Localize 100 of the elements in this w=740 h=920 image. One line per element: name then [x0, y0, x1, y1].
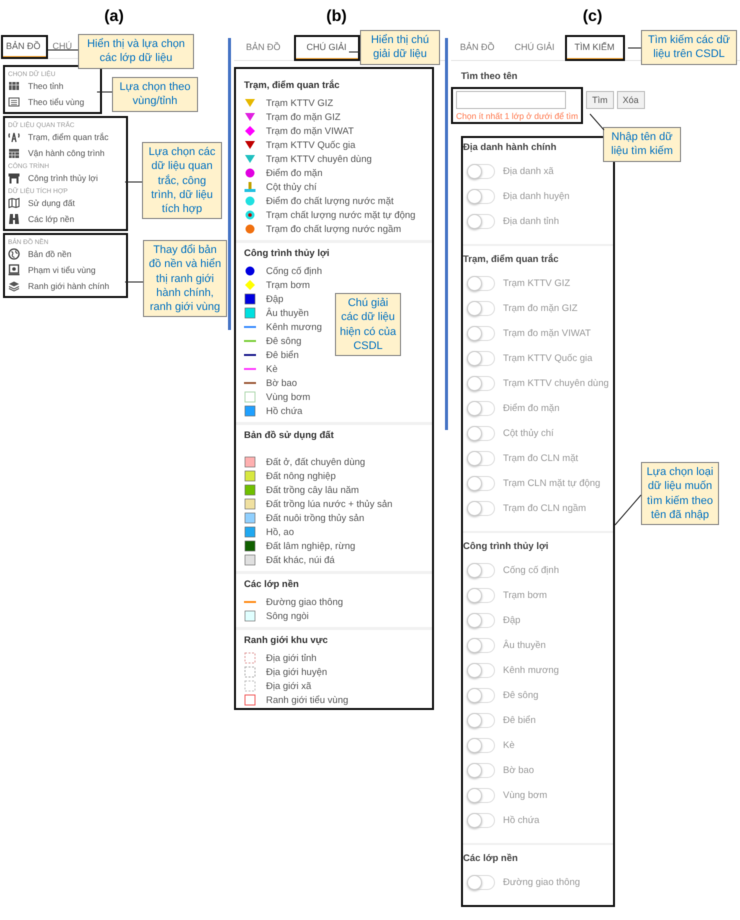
list-icon [8, 96, 20, 108]
toggle-switch[interactable] [467, 189, 495, 204]
legend-label: Hồ chứa [266, 406, 302, 416]
toggle-label: Đê biển [503, 715, 536, 726]
legend-label: Trạm chất lượng nước mặt tự động [266, 210, 416, 220]
toggle-switch[interactable] [467, 613, 495, 628]
legend-label: Đường giao thông [266, 596, 344, 608]
toggle-switch[interactable] [467, 663, 495, 678]
menu-item[interactable]: Các lớp nền [8, 211, 124, 227]
tab[interactable]: CHÚ GIẢI [294, 36, 359, 60]
legend-label: Trạm đo chất lượng nước ngầm [266, 224, 402, 234]
toggle-label: Đập [503, 615, 520, 626]
binoculars-icon [8, 213, 20, 225]
toggle-switch[interactable] [467, 501, 495, 516]
toggle-label: Trạm KTTV GIZ [503, 278, 570, 289]
legend-label: Đất trồng cây lâu năm [266, 484, 359, 496]
legend-label: Trạm bơm [266, 280, 310, 290]
toggle-switch[interactable] [467, 875, 495, 890]
panel-label: (b) [325, 7, 348, 27]
callout-note: Hiển thị và lựa chọn các lớp dữ liệu [78, 34, 194, 69]
tab[interactable]: BẢN ĐỒ [234, 36, 293, 60]
toggle-switch[interactable] [467, 426, 495, 441]
toggle-switch[interactable] [467, 688, 495, 703]
board-icon [8, 264, 20, 276]
legend-label: Đất khác, núi đá [266, 554, 335, 566]
toggle-switch[interactable] [467, 476, 495, 491]
toggle-label: Trạm CLN mặt tự động [503, 478, 600, 489]
toggle-switch[interactable] [467, 164, 495, 179]
menu-item[interactable]: Vận hành công trình [8, 145, 124, 161]
toggle-switch[interactable] [467, 301, 495, 316]
toggle-label: Cột thủy chí [503, 428, 554, 439]
toggle-switch[interactable] [467, 563, 495, 578]
action-button[interactable]: Xóa [616, 91, 645, 109]
toggle-label: Trạm KTTV Quốc gia [503, 353, 592, 364]
legend-label: Đất ở, đất chuyên dùng [266, 456, 366, 468]
legend-label: Vùng bơm [266, 392, 310, 402]
toggle-label: Kênh mương [503, 665, 559, 676]
menu-item[interactable]: Công trình thủy lợi [8, 170, 124, 186]
legend-heading: Ranh giới khu vực [244, 635, 329, 646]
legend-heading: Trạm, điểm quan trắc [244, 80, 341, 91]
legend-label: Cột thủy chí [266, 182, 317, 192]
tab[interactable]: CHÚ GIẢI [506, 36, 564, 60]
search-field[interactable] [456, 91, 566, 109]
group-heading: Các lớp nền [463, 853, 519, 864]
callout-note: Chú giải các dữ liệu hiện có của CSDL [335, 293, 401, 356]
table-icon [8, 80, 20, 92]
toggle-switch[interactable] [467, 376, 495, 391]
callout-note: Lựa chọn theo vùng/tỉnh [112, 77, 198, 112]
leader-line [590, 114, 604, 130]
legend-label: Trạm KTTV Quốc gia [266, 140, 356, 150]
menu-item[interactable]: Sử dụng đất [8, 195, 124, 211]
legend-label: Địa giới tỉnh [266, 652, 317, 664]
menu-item[interactable]: Theo tỉnh [8, 78, 98, 94]
toggle-label: Đường giao thông [503, 877, 580, 888]
group-heading: Trạm, điểm quan trắc [463, 254, 560, 265]
toggle-label: Trạm đo mặn GIZ [503, 303, 578, 314]
layers-icon [8, 280, 20, 292]
toggle-label: Trạm KTTV chuyên dùng [503, 378, 609, 389]
toggle-switch[interactable] [467, 713, 495, 728]
globe-icon [8, 248, 20, 260]
legend-label: Đất nông nghiệp [266, 470, 336, 482]
legend-label: Đất trồng lúa nước + thủy sản [266, 498, 392, 510]
toggle-label: Kè [503, 740, 515, 751]
toggle-switch[interactable] [467, 738, 495, 753]
legend-label: Đê sông [266, 336, 302, 346]
toggle-switch[interactable] [467, 276, 495, 291]
callout-note: Thay đổi bản đồ nền và hiển thị ranh giới hành chính, ranh giới vùng [143, 240, 227, 318]
legend-label: Kênh mương [266, 322, 322, 332]
toggle-switch[interactable] [467, 763, 495, 778]
toggle-switch[interactable] [467, 214, 495, 229]
toggle-switch[interactable] [467, 813, 495, 828]
toggle-label: Cống cố định [503, 565, 559, 576]
legend-label: Đất lâm nghiệp, rừng [266, 540, 356, 552]
legend-label: Điểm đo mặn [266, 168, 322, 178]
toggle-switch[interactable] [467, 326, 495, 341]
legend-label: Địa giới huyện [266, 666, 328, 678]
toggle-switch[interactable] [467, 451, 495, 466]
tab[interactable]: CHÚ [48, 36, 78, 58]
action-button[interactable]: Tìm [586, 91, 614, 109]
menu-item[interactable]: Phạm vi tiểu vùng [8, 262, 124, 278]
legend-label: Đất nuôi trồng thủy sản [266, 512, 364, 524]
toggle-label: Địa danh tỉnh [503, 216, 559, 227]
toggle-switch[interactable] [467, 588, 495, 603]
tab[interactable]: BẢN ĐỒ [451, 36, 504, 60]
legend-label: Kè [266, 364, 278, 374]
legend-label: Trạm KTTV GIZ [266, 98, 334, 108]
tab[interactable]: BẢN ĐỒ [2, 36, 47, 58]
toggle-switch[interactable] [467, 788, 495, 803]
toggle-switch[interactable] [467, 401, 495, 416]
menu-item[interactable]: Theo tiểu vùng [8, 94, 98, 110]
toggle-label: Địa danh xã [503, 166, 554, 177]
toggle-switch[interactable] [467, 351, 495, 366]
toggle-label: Điểm đo mặn [503, 403, 560, 414]
toggle-switch[interactable] [467, 638, 495, 653]
menu-item[interactable]: Trạm, điểm quan trắc [8, 129, 124, 145]
menu-item[interactable]: Bản đồ nền [8, 246, 124, 262]
group-heading: Công trình thủy lợi [463, 541, 550, 552]
tab[interactable]: TÌM KIẾM [566, 36, 624, 60]
menu-item[interactable]: Ranh giới hành chính [8, 278, 124, 294]
calendar-icon [8, 147, 20, 159]
